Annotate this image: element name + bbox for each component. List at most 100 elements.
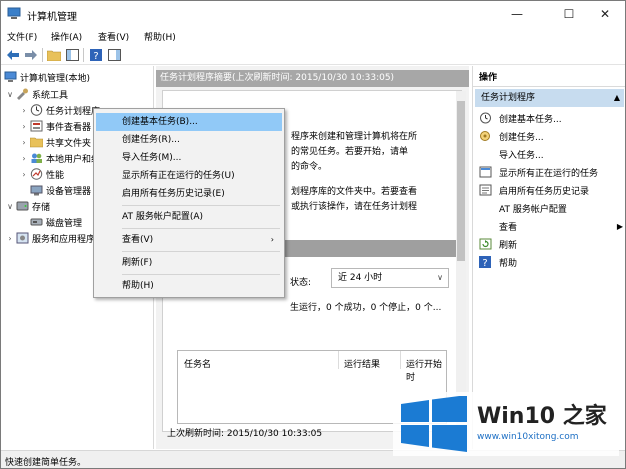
history-icon [479,184,492,196]
column-divider [338,351,339,369]
action-refresh[interactable]: 刷新 [479,235,619,253]
collapsed-chevron-icon[interactable]: › [19,122,29,131]
computer-management-icon [7,7,21,19]
action-create-basic-task[interactable]: 创建基本任务... [479,109,619,127]
ctx-help[interactable]: 帮助(H) [96,277,282,295]
tree-item-performance[interactable]: › 性能 [19,166,64,182]
action-label: 启用所有任务历史记录 [499,186,590,197]
help-book-icon[interactable]: ? [89,48,103,62]
ctx-view-label: 查看(V) [122,235,154,245]
expanded-chevron-icon[interactable]: ∨ [5,90,15,99]
view-icon [479,220,492,232]
action-label: AT 服务帐户配置 [499,204,567,215]
action-label: 导入任务... [499,150,544,161]
submenu-arrow-icon: › [270,235,274,244]
window-title: 计算机管理 [27,12,77,23]
action-enable-history[interactable]: 启用所有任务历史记录 [479,181,619,199]
event-viewer-icon [30,120,43,132]
collapsed-chevron-icon[interactable]: › [19,170,29,179]
action-label: 帮助 [499,258,518,269]
expanded-chevron-icon[interactable]: ∨ [5,202,15,211]
import-icon [479,148,492,160]
ctx-import-task[interactable]: 导入任务(M)... [96,149,282,167]
menu-separator [122,251,280,252]
back-arrow-icon[interactable] [6,48,20,62]
ctx-view[interactable]: 查看(V) › [96,231,282,249]
windows-logo-icon [401,396,467,452]
menu-help[interactable]: 帮助(H) [144,30,176,43]
users-icon [30,152,43,164]
action-label: 刷新 [499,240,518,251]
clock-icon [30,104,43,116]
computer-icon [4,71,17,83]
tree-item-storage[interactable]: ∨ 存储 [5,198,50,214]
help-icon: ? [479,256,492,269]
close-button[interactable]: ✕ [583,1,625,27]
vertical-scrollbar[interactable] [456,91,466,431]
action-at-service-config[interactable]: AT 服务帐户配置 [479,199,619,217]
ctx-show-running-tasks[interactable]: 显示所有正在运行的任务(U) [96,167,282,185]
tree-item-event-viewer[interactable]: › 事件查看器 [19,118,91,134]
tree-item-label: 本地用户和组 [46,154,101,165]
ctx-create-task[interactable]: 创建任务(R)... [96,131,282,149]
collapsed-chevron-icon[interactable]: › [19,106,29,115]
library-description: 划程序库的文件夹中。若要查看 或执行该操作，请在任务计划程 [291,185,417,215]
running-tasks-icon [479,166,492,178]
description-line: 或执行该操作，请在任务计划程 [291,202,418,212]
tree-item-task-scheduler[interactable]: › 任务计划程序 [19,102,100,118]
collapsed-chevron-icon[interactable]: › [19,138,29,147]
svg-text:?: ? [93,51,98,61]
status-label: 状态: [290,278,312,288]
column-header-run-start[interactable]: 运行开始时 [406,357,446,383]
collapsed-chevron-icon[interactable]: › [5,234,15,243]
action-view[interactable]: 查看 ▶ [479,217,623,235]
ctx-refresh[interactable]: 刷新(F) [96,254,282,272]
collapsed-chevron-icon[interactable]: › [19,154,29,163]
section-label: 任务计划程序 [481,93,536,103]
column-header-run-result[interactable]: 运行结果 [344,357,380,370]
last-refresh-time: 上次刷新时间: 2015/10/30 10:33:05 [167,429,323,439]
summary-header: 任务计划程序摘要(上次刷新时间: 2015/10/30 10:33:05) [156,70,469,87]
menu-view[interactable]: 查看(V) [98,30,129,43]
tree-item-local-users[interactable]: › 本地用户和组 [19,150,100,166]
tree-item-system-tools[interactable]: ∨ 系统工具 [5,86,68,102]
minimize-button[interactable]: — [495,1,539,27]
action-import-task[interactable]: 导入任务... [479,145,619,163]
action-create-task[interactable]: 创建任务... [479,127,619,145]
action-pane-icon[interactable] [107,48,121,62]
action-show-running-tasks[interactable]: 显示所有正在运行的任务 [479,163,619,181]
services-icon [16,232,29,244]
forward-arrow-icon[interactable] [24,48,38,62]
ctx-enable-history[interactable]: 启用所有任务历史记录(E) [96,185,282,203]
ctx-at-service-config[interactable]: AT 服务帐户配置(A) [96,208,282,226]
tree-item-shared-folders[interactable]: › 共享文件夹 [19,134,91,150]
tree-item-device-manager[interactable]: 设备管理器 [29,182,91,198]
tree-item-label: 设备管理器 [46,186,92,197]
watermark-url: www.win10xitong.com [477,432,579,442]
column-header-task-name[interactable]: 任务名 [184,357,211,370]
menu-separator [122,228,280,229]
device-manager-icon [30,184,43,196]
submenu-arrow-icon: ▶ [616,221,623,231]
action-label: 显示所有正在运行的任务 [499,168,599,179]
scrollbar-thumb[interactable] [457,101,465,261]
time-range-select[interactable]: 近 24 小时 ∨ [331,268,449,288]
time-range-value: 近 24 小时 [338,273,383,283]
show-hide-tree-icon[interactable] [65,48,79,62]
action-help[interactable]: ? 帮助 [479,253,619,271]
up-folder-icon[interactable] [47,48,61,62]
menu-file[interactable]: 文件(F) [7,30,37,43]
actions-section-task-scheduler[interactable]: 任务计划程序 ▲ [475,89,624,107]
actions-header: 操作 [473,70,625,87]
tree-item-services-apps[interactable]: › 服务和应用程序 [5,230,95,246]
ctx-create-basic-task[interactable]: 创建基本任务(B)... [96,113,282,131]
collapse-triangle-icon[interactable]: ▲ [614,89,620,107]
tree-item-label: 共享文件夹 [46,138,92,149]
menu-separator [122,274,280,275]
menu-action[interactable]: 操作(A) [51,30,82,43]
tree-item-root[interactable]: 计算机管理(本地) [3,69,90,85]
description-line: 划程序库的文件夹中。若要查看 [291,187,418,197]
watermark-brand: Win10 之家 [477,404,607,429]
tree-item-disk-management[interactable]: 磁盘管理 [29,214,82,230]
action-label: 创建基本任务... [499,114,562,125]
